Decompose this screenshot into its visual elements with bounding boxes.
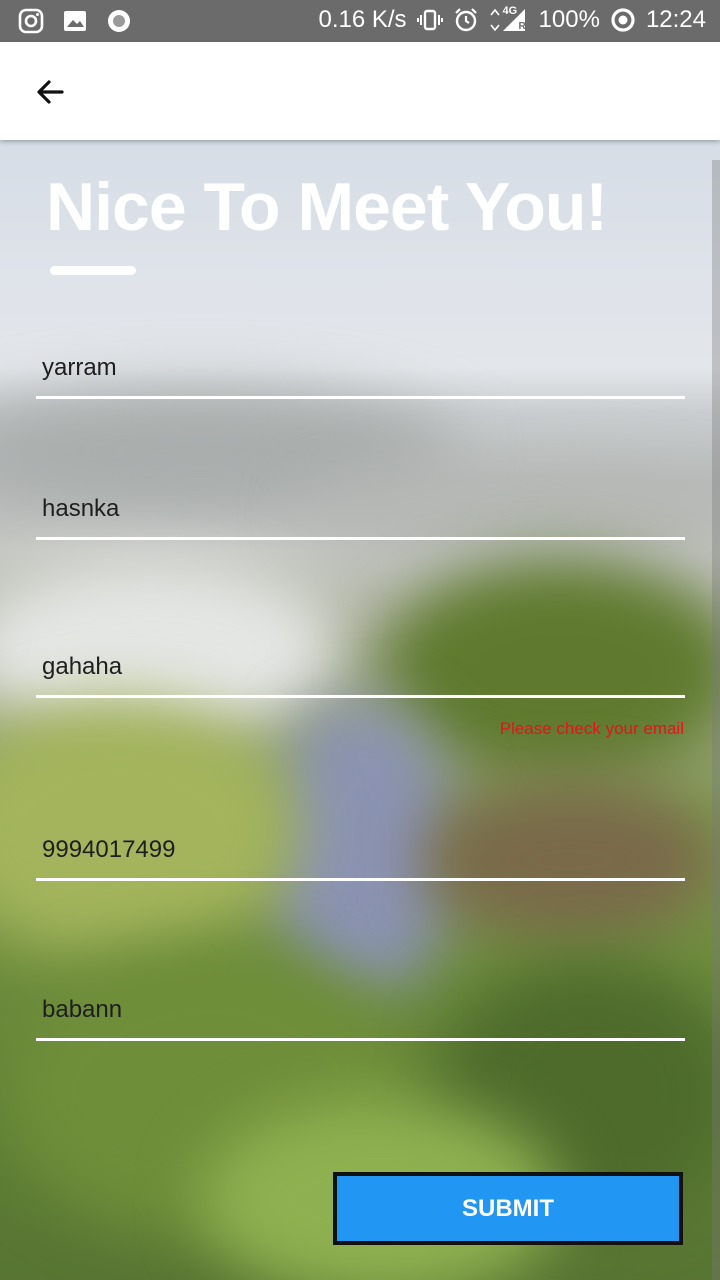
- phone-field[interactable]: 9994017499: [36, 824, 685, 881]
- arrow-back-icon: [37, 80, 64, 104]
- roaming-indicator: R: [518, 21, 526, 32]
- record-icon: [106, 8, 132, 34]
- vibrate-icon: [416, 7, 443, 33]
- battery-ring-icon: [610, 7, 636, 33]
- password-value: babann: [42, 996, 123, 1023]
- scrollbar[interactable]: [712, 160, 720, 1280]
- email-value: gahaha: [42, 653, 123, 680]
- first-name-field[interactable]: yarram: [36, 342, 685, 399]
- signal-icon: 4G R: [489, 5, 529, 33]
- gallery-icon: [62, 8, 88, 34]
- last-name-field[interactable]: hasnka: [36, 483, 685, 540]
- email-error-message: Please check your email: [499, 719, 684, 738]
- first-name-value: yarram: [42, 354, 117, 381]
- background-image: [0, 140, 720, 1280]
- phone-value: 9994017499: [42, 836, 176, 863]
- page-title: Nice To Meet You!: [46, 169, 608, 245]
- last-name-value: hasnka: [42, 495, 120, 522]
- network-type: 4G: [502, 5, 518, 17]
- alarm-icon: [453, 7, 479, 33]
- status-bar: 0.16 K/s 4G R 100% 12:24: [0, 0, 720, 42]
- title-underline: [50, 266, 136, 275]
- network-speed: 0.16 K/s: [318, 6, 407, 33]
- battery-level: 100%: [538, 6, 600, 33]
- email-field[interactable]: gahaha: [36, 641, 685, 698]
- clock: 12:24: [645, 6, 706, 33]
- password-field[interactable]: babann: [36, 984, 685, 1041]
- app-bar: [0, 42, 720, 140]
- back-button[interactable]: [30, 72, 70, 112]
- submit-button[interactable]: SUBMIT: [333, 1172, 683, 1245]
- instagram-icon: [18, 8, 44, 34]
